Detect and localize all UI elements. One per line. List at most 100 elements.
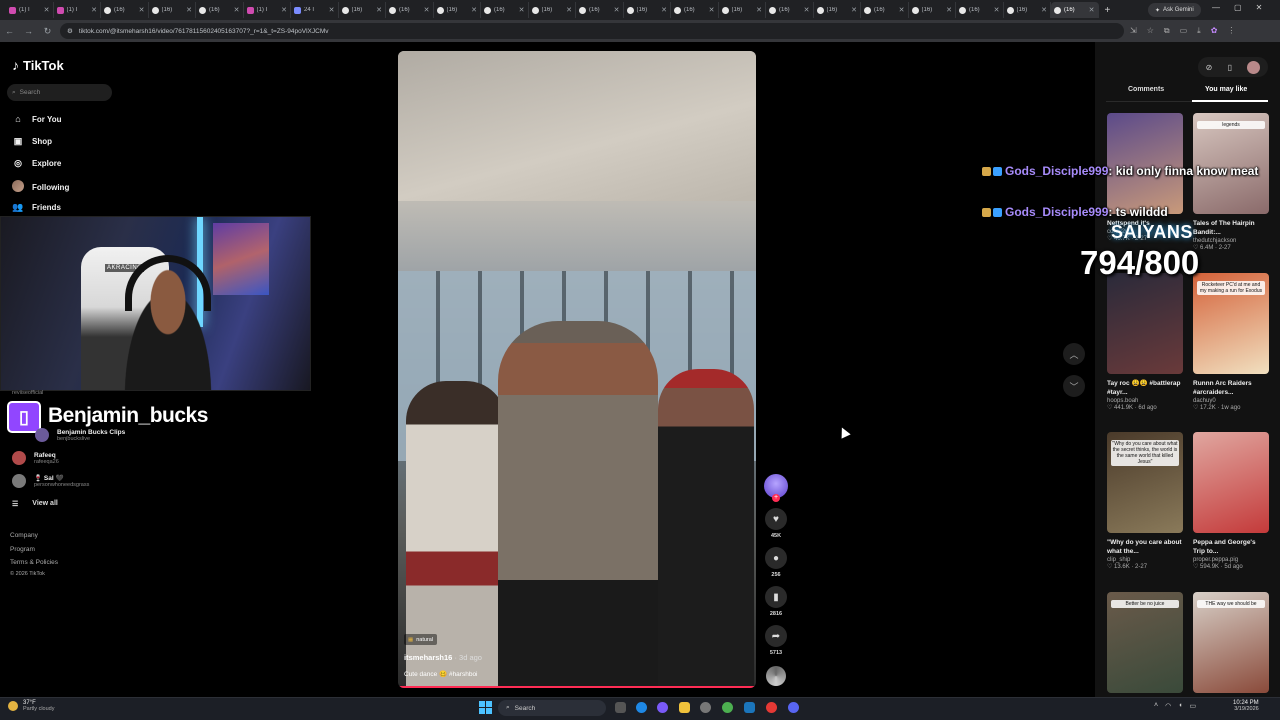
reload-icon[interactable]: ↻: [38, 26, 57, 37]
comment-button[interactable]: ●: [765, 547, 787, 569]
video-card[interactable]: THE way we should be: [1193, 592, 1269, 693]
browser-tab[interactable]: (16) ✕: [481, 2, 529, 18]
profile-icon[interactable]: ✿: [1211, 26, 1218, 36]
address-bar[interactable]: ⚙ tiktok.com/@itsmeharsh16/video/7617811…: [60, 23, 1124, 39]
save-button[interactable]: ▮: [765, 586, 787, 608]
minimize-icon[interactable]: —: [1212, 3, 1220, 12]
coins-icon[interactable]: ⊘: [1206, 63, 1213, 72]
task-view-icon[interactable]: [615, 702, 626, 713]
browser-tab[interactable]: (16) ✕: [909, 2, 956, 18]
video-thumbnail[interactable]: Better be no juice: [1107, 592, 1183, 693]
sidebar-icon[interactable]: ▭: [1180, 26, 1188, 36]
close-tab-icon[interactable]: ✕: [1041, 6, 1047, 14]
browser-tab[interactable]: (16) ✕: [766, 2, 814, 18]
wifi-icon[interactable]: ◠: [1165, 702, 1171, 710]
browser-tab[interactable]: (16) ✕: [101, 2, 149, 18]
footer-link[interactable]: Company: [10, 532, 38, 539]
video-progress-bar[interactable]: [398, 686, 756, 688]
video-card[interactable]: legends Tales of The Hairpin Bandit:... th…: [1193, 113, 1269, 251]
browser-tab[interactable]: (16) ✕: [624, 2, 671, 18]
user-avatar[interactable]: [1247, 60, 1261, 74]
windows-start-icon[interactable]: [479, 701, 492, 714]
settings-icon[interactable]: [700, 702, 711, 713]
browser-tab[interactable]: (1) I ✕: [54, 2, 101, 18]
close-tab-icon[interactable]: ✕: [471, 6, 477, 14]
browser-tab[interactable]: (16) ✕: [671, 2, 719, 18]
inbox-icon[interactable]: ▯: [1228, 63, 1232, 72]
file-explorer-icon[interactable]: [679, 702, 690, 713]
video-player[interactable]: [398, 51, 756, 688]
footer-link[interactable]: Program: [10, 546, 35, 553]
suggested-account[interactable]: Rafeeq rafeeqa26: [12, 451, 59, 465]
sidebar-item-for-you[interactable]: ⌂ For You: [12, 114, 61, 124]
chrome-profile-icon[interactable]: [766, 702, 777, 713]
browser-tab[interactable]: (16) ✕: [434, 2, 481, 18]
ask-gemini-button[interactable]: ✦ Ask Gemini: [1148, 3, 1201, 17]
video-thumbnail[interactable]: [1193, 432, 1269, 533]
close-tab-icon[interactable]: ✕: [186, 6, 192, 14]
creator-avatar[interactable]: +: [764, 474, 788, 502]
video-author[interactable]: itsmeharsh16 · 3d ago: [404, 653, 482, 662]
close-tab-icon[interactable]: ✕: [1089, 6, 1095, 14]
close-tab-icon[interactable]: ✕: [281, 6, 287, 14]
music-disc-icon[interactable]: [766, 666, 786, 686]
video-card[interactable]: Peppa and George's Trip to... proper.pepp…: [1193, 432, 1269, 570]
discord-icon[interactable]: [788, 702, 799, 713]
close-tab-icon[interactable]: ✕: [376, 6, 382, 14]
menu-icon[interactable]: ⋮: [1227, 26, 1235, 36]
video-card[interactable]: Better be no juice: [1107, 592, 1183, 693]
video-thumbnail[interactable]: THE way we should be: [1193, 592, 1269, 693]
footer-link[interactable]: Terms & Policies: [10, 559, 58, 566]
browser-tab[interactable]: (16) ✕: [861, 2, 909, 18]
browser-tab[interactable]: (16) ✕: [149, 2, 196, 18]
new-tab-icon[interactable]: +: [1105, 5, 1111, 16]
video-thumbnail[interactable]: [1107, 273, 1183, 374]
browser-tab[interactable]: (1) I ✕: [6, 2, 54, 18]
browser-tab[interactable]: (16) ✕: [339, 2, 386, 18]
follow-plus-icon[interactable]: +: [772, 494, 780, 502]
browser-tab[interactable]: (16) ✕: [719, 2, 766, 18]
close-tab-icon[interactable]: ✕: [804, 6, 810, 14]
search-input[interactable]: ⌕ Search: [7, 84, 112, 101]
edge-icon[interactable]: [636, 702, 647, 713]
browser-tab[interactable]: (1) I ✕: [244, 2, 291, 18]
share-button[interactable]: ➦: [765, 625, 787, 647]
close-tab-icon[interactable]: ✕: [519, 6, 525, 14]
suggested-account[interactable]: 🍷 Sal 🖤 personwhoneedsgrass: [12, 474, 89, 488]
next-video-button[interactable]: ﹀: [1063, 375, 1085, 397]
sidebar-item-friends[interactable]: 👥 Friends: [12, 202, 61, 213]
close-tab-icon[interactable]: ✕: [614, 6, 620, 14]
steam-icon[interactable]: [744, 702, 755, 713]
suggested-account[interactable]: Benjamin Bucks Clips benjbuckslive: [35, 428, 125, 442]
extensions-icon[interactable]: ⧉: [1164, 26, 1170, 36]
browser-tab[interactable]: (16) ✕: [576, 2, 624, 18]
close-tab-icon[interactable]: ✕: [946, 6, 952, 14]
sidebar-item-shop[interactable]: ▣ Shop: [12, 136, 52, 147]
close-tab-icon[interactable]: ✕: [424, 6, 430, 14]
battery-icon[interactable]: ▭: [1189, 702, 1196, 710]
close-tab-icon[interactable]: ✕: [44, 6, 50, 14]
close-tab-icon[interactable]: ✕: [329, 6, 335, 14]
taskbar-clock[interactable]: 10:24 PM 3/19/2026: [1233, 700, 1259, 712]
browser-tab[interactable]: (16) ✕: [386, 2, 434, 18]
browser-tab[interactable]: (16) ✕: [196, 2, 244, 18]
tab-you-may-like[interactable]: You may like: [1205, 86, 1247, 93]
sidebar-item-following[interactable]: Following: [12, 180, 69, 194]
close-tab-icon[interactable]: ✕: [91, 6, 97, 14]
install-icon[interactable]: ⇲: [1130, 26, 1137, 36]
browser-tab[interactable]: (16) ✕: [1051, 2, 1099, 18]
browser-tab[interactable]: (16) ✕: [956, 2, 1004, 18]
video-thumbnail[interactable]: "Why do you care about what the secret t…: [1107, 432, 1183, 533]
chevron-up-icon[interactable]: ˄: [1154, 702, 1158, 710]
copilot-icon[interactable]: [657, 702, 668, 713]
bookmark-star-icon[interactable]: ☆: [1147, 26, 1154, 36]
download-icon[interactable]: ⤓: [1197, 26, 1201, 36]
view-all-button[interactable]: ☰ View all: [12, 500, 58, 508]
video-card[interactable]: Rocketeer PC'd at me and my making a run…: [1193, 273, 1269, 411]
chrome-icon[interactable]: [722, 702, 733, 713]
video-effect-tag[interactable]: ▦ natural: [404, 634, 438, 645]
close-tab-icon[interactable]: ✕: [709, 6, 715, 14]
browser-tab[interactable]: (16) ✕: [529, 2, 576, 18]
close-tab-icon[interactable]: ✕: [851, 6, 857, 14]
tab-comments[interactable]: Comments: [1128, 86, 1164, 93]
